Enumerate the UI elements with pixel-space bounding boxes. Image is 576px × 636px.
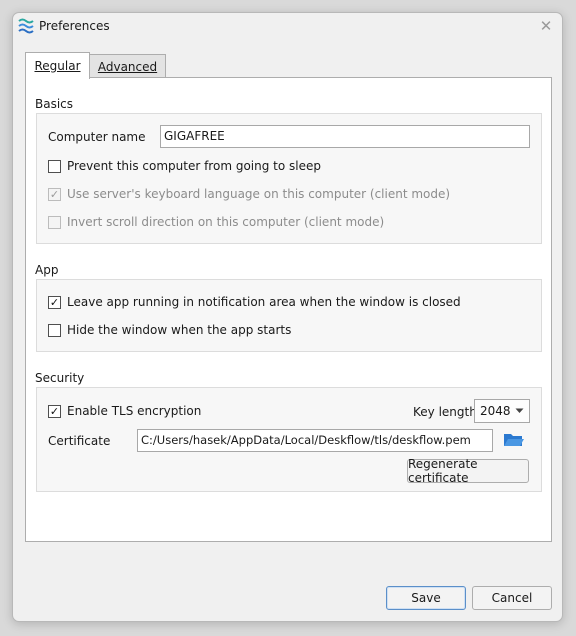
- certificate-label: Certificate: [48, 434, 111, 448]
- prevent-sleep-option[interactable]: Prevent this computer from going to slee…: [48, 159, 321, 173]
- security-heading: Security: [35, 371, 85, 385]
- tab-advanced[interactable]: Advanced: [90, 54, 166, 78]
- hide-window-label: Hide the window when the app starts: [67, 323, 292, 337]
- prevent-sleep-label: Prevent this computer from going to slee…: [67, 159, 321, 173]
- invert-scroll-option[interactable]: Invert scroll direction on this computer…: [48, 215, 384, 229]
- save-button[interactable]: Save: [386, 586, 466, 610]
- regular-tab-panel: Basics Computer name GIGAFREE Prevent th…: [25, 77, 552, 542]
- basics-group: Computer name GIGAFREE Prevent this comp…: [36, 113, 542, 244]
- window-title: Preferences: [39, 19, 110, 33]
- checkmark-icon: ✓: [49, 404, 60, 418]
- key-length-select[interactable]: 2048: [474, 399, 530, 423]
- computer-name-input[interactable]: GIGAFREE: [160, 125, 530, 148]
- server-keyboard-checkbox[interactable]: ✓: [48, 187, 61, 201]
- tab-regular-label: Regular: [34, 59, 81, 73]
- hide-window-checkbox[interactable]: [48, 323, 61, 337]
- leave-running-option[interactable]: ✓ Leave app running in notification area…: [48, 295, 461, 309]
- cancel-button[interactable]: Cancel: [472, 586, 552, 610]
- browse-folder-icon[interactable]: [503, 431, 525, 449]
- title-bar: Preferences ✕: [13, 13, 562, 41]
- checkmark-icon: ✓: [49, 187, 60, 201]
- tab-regular[interactable]: Regular: [25, 52, 90, 79]
- app-logo-icon: [18, 18, 34, 34]
- enable-tls-label: Enable TLS encryption: [67, 404, 202, 418]
- app-group: ✓ Leave app running in notification area…: [36, 279, 542, 352]
- basics-heading: Basics: [35, 97, 74, 111]
- prevent-sleep-checkbox[interactable]: [48, 159, 61, 173]
- leave-running-checkbox[interactable]: ✓: [48, 295, 61, 309]
- enable-tls-option[interactable]: ✓ Enable TLS encryption: [48, 404, 201, 418]
- close-icon: ✕: [539, 16, 553, 35]
- preferences-window: Preferences ✕ Regular Advanced Basics Co…: [12, 12, 563, 622]
- invert-scroll-label: Invert scroll direction on this computer…: [67, 215, 385, 229]
- leave-running-label: Leave app running in notification area w…: [67, 295, 461, 309]
- close-button[interactable]: ✕: [536, 16, 556, 36]
- computer-name-label: Computer name: [48, 130, 146, 144]
- key-length-value: 2048: [480, 404, 511, 418]
- app-heading: App: [35, 263, 59, 277]
- enable-tls-checkbox[interactable]: ✓: [48, 404, 61, 418]
- certificate-path-input[interactable]: C:/Users/hasek/AppData/Local/Deskflow/tl…: [137, 429, 493, 452]
- server-keyboard-label: Use server's keyboard language on this c…: [67, 187, 451, 201]
- key-length-label: Key length: [413, 405, 477, 419]
- regenerate-certificate-button[interactable]: Regenerate certificate: [407, 457, 529, 485]
- hide-window-option[interactable]: Hide the window when the app starts: [48, 323, 291, 337]
- invert-scroll-checkbox[interactable]: [48, 215, 61, 229]
- chevron-down-icon: [515, 408, 524, 413]
- security-group: ✓ Enable TLS encryption Key length 2048 …: [36, 387, 542, 492]
- tab-advanced-label: Advanced: [97, 59, 158, 74]
- checkmark-icon: ✓: [49, 295, 60, 309]
- server-keyboard-option[interactable]: ✓ Use server's keyboard language on this…: [48, 187, 450, 201]
